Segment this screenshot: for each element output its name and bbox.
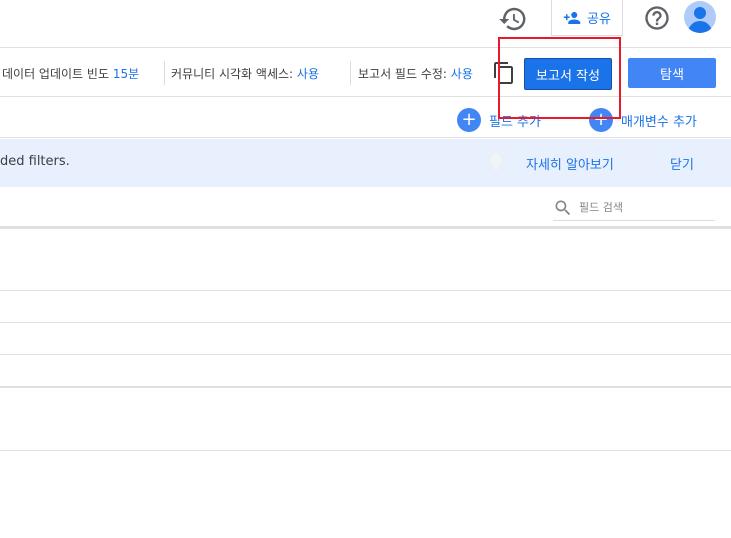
explore-button[interactable]: 탐색 bbox=[628, 58, 716, 88]
add-parameter-label: 매개변수 추가 bbox=[621, 114, 697, 130]
data-freshness-label: 데이터 업데이트 빈도 bbox=[2, 67, 109, 81]
table-divider bbox=[0, 386, 731, 388]
table-row-divider bbox=[0, 290, 731, 291]
highlight-box bbox=[498, 37, 621, 119]
data-freshness-value[interactable]: 15분 bbox=[113, 67, 139, 81]
plus-icon: + bbox=[457, 108, 481, 132]
info-banner: ded filters. 자세히 알아보기 닫기 bbox=[0, 139, 731, 187]
close-banner-button[interactable]: 닫기 bbox=[670, 154, 694, 173]
report-field-edit-setting[interactable]: 보고서 필드 수정: 사용 bbox=[358, 65, 473, 82]
history-icon bbox=[499, 7, 526, 31]
field-toolbar: + 필드 추가 + 매개변수 추가 bbox=[0, 98, 731, 138]
banner-text: ded filters. bbox=[0, 154, 70, 169]
community-viz-value[interactable]: 사용 bbox=[297, 67, 319, 81]
report-field-edit-value[interactable]: 사용 bbox=[451, 67, 473, 81]
community-viz-label: 커뮤니티 시각화 액세스: bbox=[171, 67, 294, 81]
search-icon bbox=[555, 200, 571, 215]
help-icon bbox=[645, 6, 669, 30]
learn-more-link[interactable]: 자세히 알아보기 bbox=[526, 154, 614, 173]
avatar-icon[interactable] bbox=[684, 1, 716, 33]
person-add-icon bbox=[563, 11, 581, 24]
data-freshness-setting[interactable]: 데이터 업데이트 빈도 15분 bbox=[2, 65, 139, 82]
field-search-input[interactable] bbox=[579, 201, 699, 214]
divider bbox=[164, 61, 165, 85]
history-button[interactable] bbox=[498, 4, 528, 34]
report-field-edit-label: 보고서 필드 수정: bbox=[358, 67, 447, 81]
table-divider bbox=[0, 227, 731, 229]
avatar-body bbox=[688, 21, 712, 33]
top-bar: 공유 bbox=[0, 0, 731, 48]
lightbulb-icon bbox=[486, 151, 506, 173]
share-button[interactable]: 공유 bbox=[551, 0, 623, 36]
table-row-divider bbox=[0, 354, 731, 355]
field-search[interactable] bbox=[553, 195, 715, 221]
table-row-divider bbox=[0, 450, 731, 451]
help-button[interactable] bbox=[643, 4, 671, 32]
community-viz-setting[interactable]: 커뮤니티 시각화 액세스: 사용 bbox=[171, 65, 319, 82]
share-label: 공유 bbox=[587, 12, 611, 27]
field-search-row bbox=[0, 187, 731, 227]
divider bbox=[350, 61, 351, 85]
avatar-head bbox=[694, 7, 706, 19]
data-source-settings-bar: 데이터 업데이트 빈도 15분 커뮤니티 시각화 액세스: 사용 보고서 필드 … bbox=[0, 49, 731, 97]
table-row-divider bbox=[0, 322, 731, 323]
